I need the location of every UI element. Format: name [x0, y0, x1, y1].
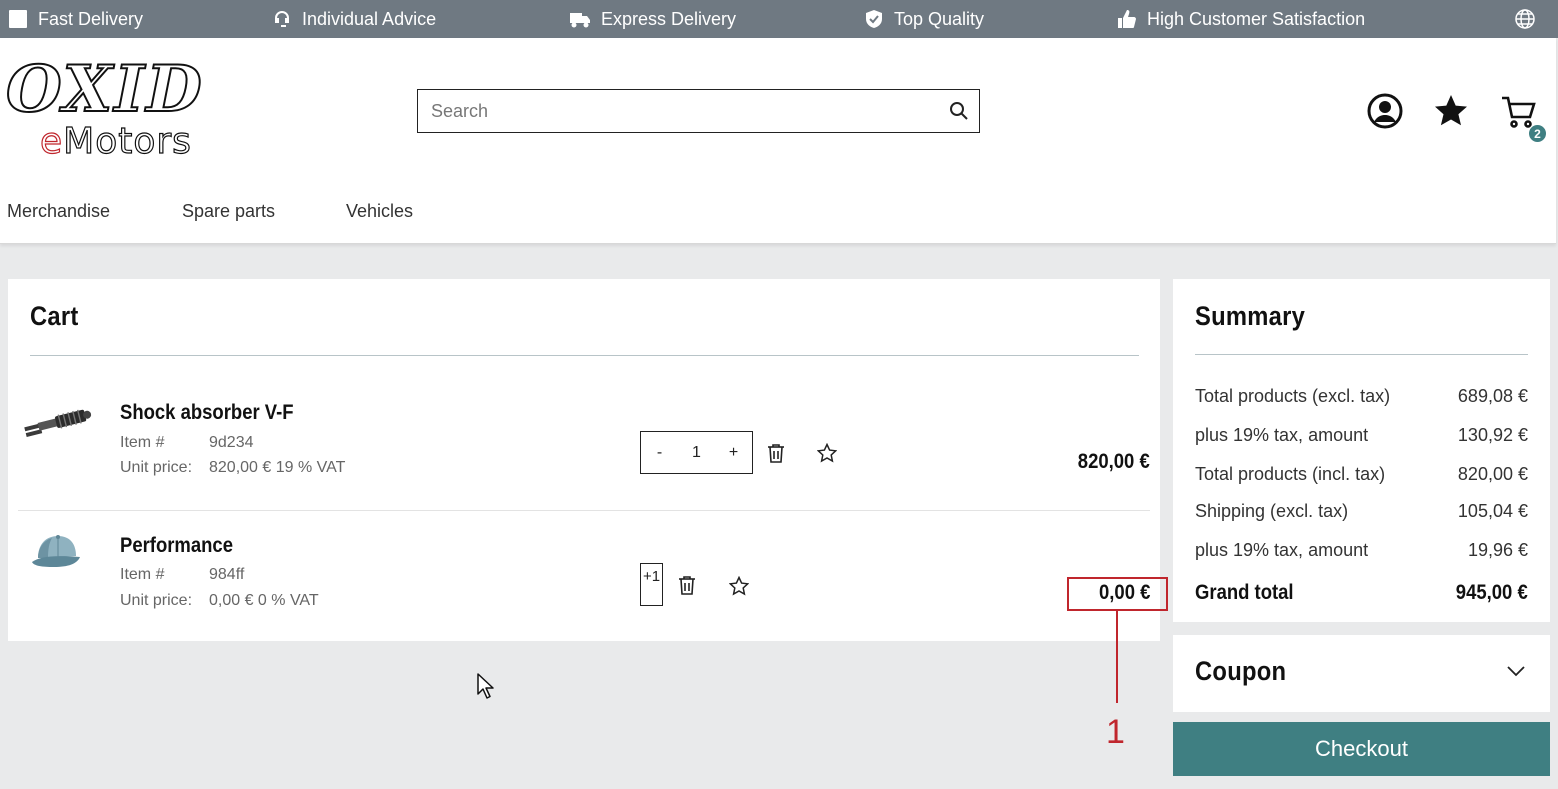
item-number-value: 9d234	[209, 434, 254, 451]
unit-price-value: 0,00 € 0 % VAT	[209, 592, 319, 609]
coupon-title: Coupon	[1195, 656, 1287, 686]
increase-quantity-button[interactable]: +	[719, 444, 749, 462]
summary-row: Total products (excl. tax) 689,08 €	[1195, 386, 1528, 407]
summary-title-divider	[1195, 354, 1528, 355]
wishlist-star-outline-icon[interactable]	[817, 443, 837, 463]
item-number-label: Item #	[120, 434, 165, 451]
benefit-express-delivery: Express Delivery	[569, 0, 736, 38]
annotation-highlight-box	[1067, 577, 1168, 611]
benefit-fast-delivery: Fast Delivery	[8, 0, 143, 38]
summary-value: 689,08 €	[1457, 386, 1528, 406]
top-benefits-bar: Fast Delivery Individual Advice Express …	[0, 0, 1558, 38]
summary-label: Total products (incl. tax)	[1195, 464, 1386, 484]
summary-title: Summary	[1195, 301, 1306, 331]
globe-icon[interactable]	[1514, 8, 1536, 30]
annotation-number: 1	[1106, 713, 1125, 751]
benefit-label: High Customer Satisfaction	[1147, 8, 1366, 29]
logo-sub-rest: Motors	[63, 121, 192, 162]
logo-accent-letter: e	[39, 121, 64, 162]
search-box	[417, 89, 980, 133]
grand-total-row: Grand total 945,00 €	[1195, 581, 1528, 605]
benefit-label: Top Quality	[894, 8, 985, 29]
summary-value: 820,00 €	[1457, 464, 1528, 484]
quantity-value[interactable]: 1	[682, 444, 712, 462]
wishlist-star-icon[interactable]	[1433, 93, 1469, 129]
summary-label: plus 19% tax, amount	[1195, 540, 1369, 560]
summary-row: plus 19% tax, amount 130,92 €	[1195, 425, 1528, 446]
summary-value: 105,04 €	[1457, 501, 1528, 521]
thumbs-up-icon	[1118, 10, 1136, 28]
unit-price-label: Unit price:	[120, 592, 193, 609]
checkout-button[interactable]: Checkout	[1173, 722, 1550, 776]
summary-row: plus 19% tax, amount 19,96 €	[1195, 540, 1528, 561]
annotation-connector-line	[1116, 611, 1118, 703]
summary-value: 19,96 €	[1467, 540, 1528, 560]
trash-icon[interactable]	[767, 443, 785, 463]
trash-icon[interactable]	[678, 575, 696, 595]
benefit-label: Fast Delivery	[38, 8, 144, 29]
logo[interactable]: OXID eMotors	[5, 52, 204, 163]
cart-count-badge: 2	[1528, 124, 1547, 143]
line-total: 820,00 €	[1078, 450, 1150, 473]
item-number-value: 984ff	[209, 566, 245, 583]
logo-sub-text: eMotors	[39, 121, 192, 162]
unit-price-label: Unit price:	[120, 459, 193, 476]
benefit-label: Individual Advice	[302, 8, 437, 29]
cart-title: Cart	[30, 301, 79, 331]
shield-check-icon	[866, 10, 882, 28]
grand-total-label: Grand total	[1195, 581, 1294, 604]
quantity-badge[interactable]: +1	[640, 563, 663, 606]
logo-main-text: OXID	[5, 52, 204, 127]
shock-absorber-image[interactable]	[22, 405, 94, 439]
summary-row: Shipping (excl. tax) 105,04 €	[1195, 501, 1528, 522]
cart-item-name[interactable]: Shock absorber V-F	[120, 401, 294, 425]
summary-label: Shipping (excl. tax)	[1195, 501, 1349, 521]
cap-image[interactable]	[30, 532, 84, 572]
cart-item-name[interactable]: Performance	[120, 534, 233, 558]
truck-icon	[570, 13, 590, 28]
summary-row: Total products (incl. tax) 820,00 €	[1195, 464, 1528, 485]
decrease-quantity-button[interactable]: -	[645, 444, 675, 462]
headset-icon	[275, 11, 289, 27]
account-icon[interactable]	[1367, 93, 1403, 129]
search-input[interactable]	[418, 90, 939, 132]
quantity-stepper: - 1 +	[640, 431, 753, 474]
benefit-top-quality: Top Quality	[864, 0, 984, 38]
item-number-label: Item #	[120, 566, 165, 583]
chevron-down-icon[interactable]	[1506, 664, 1526, 678]
summary-value: 130,92 €	[1457, 425, 1528, 445]
grand-total-value: 945,00 €	[1456, 581, 1528, 604]
item-divider	[18, 510, 1150, 511]
mouse-cursor-icon	[477, 673, 494, 699]
summary-label: plus 19% tax, amount	[1195, 425, 1369, 445]
summary-label: Total products (excl. tax)	[1195, 386, 1391, 406]
site-header: OXID eMotors 2 Merchandise Spare parts V…	[0, 38, 1556, 244]
benefit-individual-advice: Individual Advice	[272, 0, 436, 38]
cart-title-divider	[30, 355, 1139, 356]
unit-price-value: 820,00 € 19 % VAT	[209, 459, 346, 476]
wishlist-star-outline-icon[interactable]	[729, 576, 749, 596]
benefit-customer-satisfaction: High Customer Satisfaction	[1117, 0, 1365, 38]
nav-item-spare-parts[interactable]: Spare parts	[182, 201, 275, 222]
search-icon[interactable]	[939, 101, 979, 121]
nav-item-merchandise[interactable]: Merchandise	[7, 201, 110, 222]
nav-item-vehicles[interactable]: Vehicles	[346, 201, 413, 222]
benefit-label: Express Delivery	[601, 8, 737, 29]
cart-icon[interactable]	[1501, 93, 1537, 129]
box-icon	[9, 10, 27, 28]
